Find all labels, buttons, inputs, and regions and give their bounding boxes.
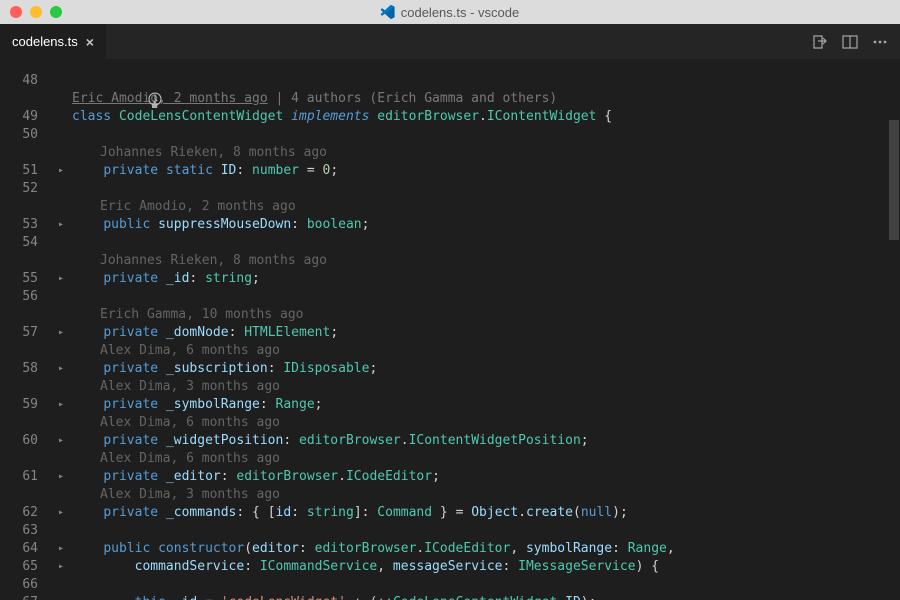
code-line — [72, 522, 890, 540]
code-line — [72, 72, 890, 90]
git-blame-annotation: Alex Dima, 6 months ago — [72, 450, 890, 468]
window-title: codelens.ts - vscode — [381, 5, 520, 20]
fold-icon[interactable]: ▸ — [50, 324, 72, 342]
maximize-window-button[interactable] — [50, 6, 62, 18]
code-line: public suppressMouseDown: boolean; — [72, 216, 890, 234]
codelens-separator: | — [268, 91, 291, 106]
line-number: 55 — [0, 270, 38, 288]
line-number: 65 — [0, 558, 38, 576]
more-actions-icon[interactable] — [872, 34, 888, 50]
window-controls — [0, 6, 62, 18]
codelens-author-link[interactable]: Eric Amodio, 2 months ago — [72, 91, 268, 106]
tabbar-actions — [812, 24, 900, 59]
code-line: this._id = 'codeLensWidget' + (++CodeLen… — [72, 594, 890, 600]
line-number: 54 — [0, 234, 38, 252]
line-number: 53 — [0, 216, 38, 234]
line-number: 63 — [0, 522, 38, 540]
editor-area[interactable]: 48 49 50 51 52 53 54 55 56 57 58 59 60 6… — [0, 60, 900, 600]
fold-icon[interactable]: ▸ — [50, 396, 72, 414]
line-number: 58 — [0, 360, 38, 378]
code-line: private _id: string; — [72, 270, 890, 288]
line-number: 67 — [0, 594, 38, 600]
line-number: 50 — [0, 126, 38, 144]
code-line: private _domNode: HTMLElement; — [72, 324, 890, 342]
codelens-row: Eric Amodio, 2 months ago | 4 authors (E… — [72, 90, 890, 108]
tabbar: codelens.ts × — [0, 24, 900, 60]
line-number: 48 — [0, 72, 38, 90]
git-blame-annotation: Alex Dima, 3 months ago — [72, 486, 890, 504]
code-line: private _subscription: IDisposable; — [72, 360, 890, 378]
line-number: 59 — [0, 396, 38, 414]
scrollbar-track[interactable] — [886, 60, 900, 600]
line-number: 52 — [0, 180, 38, 198]
codelens-authors: 4 authors (Erich Gamma and others) — [291, 91, 557, 106]
open-changes-icon[interactable] — [812, 34, 828, 50]
git-blame-annotation: Erich Gamma, 10 months ago — [72, 306, 890, 324]
fold-icon[interactable]: ▸ — [50, 216, 72, 234]
fold-icon[interactable]: ▸ — [50, 594, 72, 600]
git-blame-annotation: Johannes Rieken, 8 months ago — [72, 144, 890, 162]
line-number: 61 — [0, 468, 38, 486]
git-blame-annotation: Johannes Rieken, 8 months ago — [72, 252, 890, 270]
fold-icon[interactable]: ▸ — [50, 558, 72, 576]
fold-icon[interactable]: ▸ — [50, 468, 72, 486]
fold-icon[interactable]: ▸ — [50, 270, 72, 288]
code-line: private _widgetPosition: editorBrowser.I… — [72, 432, 890, 450]
line-number: 49 — [0, 108, 38, 126]
code-line: public constructor(editor: editorBrowser… — [72, 540, 890, 558]
scrollbar-thumb[interactable] — [889, 120, 899, 240]
line-number: 57 — [0, 324, 38, 342]
vscode-icon — [381, 5, 395, 19]
code-line — [72, 234, 890, 252]
line-number: 60 — [0, 432, 38, 450]
git-blame-annotation: Alex Dima, 6 months ago — [72, 414, 890, 432]
code-line: class CodeLensContentWidget implements e… — [72, 108, 890, 126]
minimize-window-button[interactable] — [30, 6, 42, 18]
code-content[interactable]: Eric Amodio, 2 months ago | 4 authors (E… — [72, 60, 900, 600]
close-window-button[interactable] — [10, 6, 22, 18]
line-number-gutter: 48 49 50 51 52 53 54 55 56 57 58 59 60 6… — [0, 60, 50, 600]
code-line — [72, 180, 890, 198]
git-blame-annotation: Alex Dima, 6 months ago — [72, 342, 890, 360]
code-line: private _symbolRange: Range; — [72, 396, 890, 414]
fold-icon[interactable]: ▸ — [50, 360, 72, 378]
fold-icon[interactable]: ▸ — [50, 162, 72, 180]
code-line — [72, 288, 890, 306]
fold-icon[interactable]: ▸ — [50, 432, 72, 450]
tab-codelens[interactable]: codelens.ts × — [0, 24, 106, 59]
git-blame-annotation: Alex Dima, 3 months ago — [72, 378, 890, 396]
line-number: 64 — [0, 540, 38, 558]
code-line: private _editor: editorBrowser.ICodeEdit… — [72, 468, 890, 486]
line-number: 62 — [0, 504, 38, 522]
code-line — [72, 126, 890, 144]
code-line: commandService: ICommandService, message… — [72, 558, 890, 576]
split-editor-icon[interactable] — [842, 34, 858, 50]
git-blame-annotation: Eric Amodio, 2 months ago — [72, 198, 890, 216]
code-line — [72, 576, 890, 594]
line-number: 66 — [0, 576, 38, 594]
line-number: 56 — [0, 288, 38, 306]
code-line: private static ID: number = 0; — [72, 162, 890, 180]
tab-label: codelens.ts — [12, 34, 78, 49]
window-title-text: codelens.ts - vscode — [401, 5, 520, 20]
close-tab-icon[interactable]: × — [86, 34, 94, 50]
titlebar: codelens.ts - vscode — [0, 0, 900, 24]
fold-icon[interactable]: ▸ — [50, 504, 72, 522]
fold-icon[interactable]: ▸ — [50, 540, 72, 558]
fold-gutter: ▸ ▸ ▸ ▸ ▸ ▸ ▸ ▸ ▸ ▸ ▸ ▸ ▸ — [50, 60, 72, 600]
code-line: private _commands: { [id: string]: Comma… — [72, 504, 890, 522]
line-number: 51 — [0, 162, 38, 180]
